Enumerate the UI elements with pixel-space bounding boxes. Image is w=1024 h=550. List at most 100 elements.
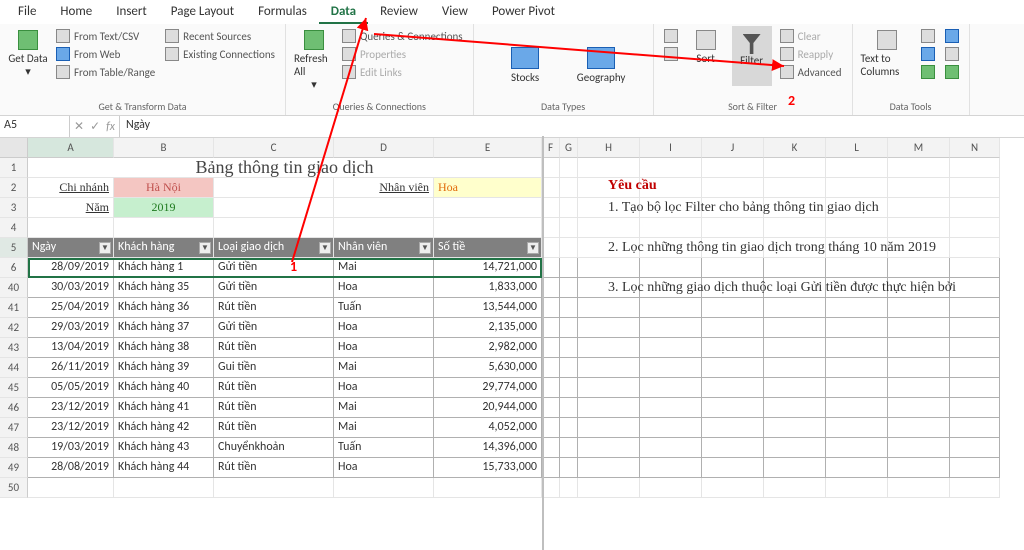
- cell-date[interactable]: 23/12/2019: [28, 418, 114, 438]
- tab-file[interactable]: File: [6, 2, 48, 24]
- text-to-columns-button[interactable]: Text to Columns: [861, 26, 913, 78]
- cell[interactable]: [888, 158, 950, 178]
- cell[interactable]: [542, 218, 560, 238]
- cell-date[interactable]: 05/05/2019: [28, 378, 114, 398]
- from-table-range-button[interactable]: From Table/Range: [54, 64, 157, 80]
- chi-nhanh-value[interactable]: Hà Nội: [114, 178, 214, 198]
- cell-staff[interactable]: Hoa: [334, 278, 434, 298]
- cell[interactable]: [950, 398, 1000, 418]
- cell[interactable]: [826, 338, 888, 358]
- col-header-C[interactable]: C: [214, 138, 334, 158]
- cell-date[interactable]: 28/08/2019: [28, 458, 114, 478]
- cell[interactable]: [888, 378, 950, 398]
- queries-connections-button[interactable]: Queries & Connections: [340, 28, 465, 44]
- cell-date[interactable]: 26/11/2019: [28, 358, 114, 378]
- cell-amount[interactable]: 14,396,000: [434, 438, 542, 458]
- cell[interactable]: [702, 458, 764, 478]
- col-header-M[interactable]: M: [888, 138, 950, 158]
- cell[interactable]: [950, 418, 1000, 438]
- cell-customer[interactable]: Khách hàng 38: [114, 338, 214, 358]
- cell[interactable]: [764, 418, 826, 438]
- cell[interactable]: [542, 318, 560, 338]
- cell[interactable]: [560, 358, 578, 378]
- cell-customer[interactable]: Khách hàng 44: [114, 458, 214, 478]
- cell[interactable]: [764, 158, 826, 178]
- cell[interactable]: [888, 318, 950, 338]
- tab-formulas[interactable]: Formulas: [246, 2, 319, 24]
- filter-dropdown-icon[interactable]: ▼: [199, 242, 211, 254]
- cell[interactable]: [702, 438, 764, 458]
- stocks-button[interactable]: Stocks: [490, 43, 560, 84]
- row-header-42[interactable]: 42: [0, 318, 28, 338]
- cell[interactable]: [578, 338, 640, 358]
- sheet-grid[interactable]: 1234564041424344454647484950 ABCDEFGHIJK…: [0, 138, 1024, 498]
- sort-asc-button[interactable]: [662, 28, 680, 44]
- consolidate-button[interactable]: [943, 28, 961, 44]
- cell[interactable]: [542, 198, 560, 218]
- col-header-B[interactable]: B: [114, 138, 214, 158]
- tab-review[interactable]: Review: [368, 2, 430, 24]
- filter-dropdown-icon[interactable]: ▼: [99, 242, 111, 254]
- cell[interactable]: [560, 458, 578, 478]
- cell-customer[interactable]: Khách hàng 39: [114, 358, 214, 378]
- cell[interactable]: [764, 478, 826, 498]
- cell[interactable]: [888, 338, 950, 358]
- cell[interactable]: [560, 158, 578, 178]
- cell-amount[interactable]: 2,135,000: [434, 318, 542, 338]
- row-header-43[interactable]: 43: [0, 338, 28, 358]
- cell[interactable]: [826, 418, 888, 438]
- col-header-H[interactable]: H: [578, 138, 640, 158]
- cell[interactable]: [764, 358, 826, 378]
- cell[interactable]: [578, 438, 640, 458]
- cell-amount[interactable]: 20,944,000: [434, 398, 542, 418]
- cell[interactable]: [560, 278, 578, 298]
- cell[interactable]: [542, 158, 560, 178]
- cell[interactable]: [560, 378, 578, 398]
- cell[interactable]: [950, 198, 1000, 218]
- tab-view[interactable]: View: [430, 2, 480, 24]
- cell[interactable]: [214, 478, 334, 498]
- cell[interactable]: [578, 378, 640, 398]
- table-header-3[interactable]: Nhân viên▼: [334, 238, 434, 258]
- cell-staff[interactable]: Mai: [334, 418, 434, 438]
- col-header-J[interactable]: J: [702, 138, 764, 158]
- cell-customer[interactable]: Khách hàng 41: [114, 398, 214, 418]
- cell[interactable]: [640, 338, 702, 358]
- cell[interactable]: [640, 358, 702, 378]
- cell[interactable]: [950, 318, 1000, 338]
- sheet-title[interactable]: Bảng thông tin giao dịch: [28, 158, 542, 178]
- tab-pagelayout[interactable]: Page Layout: [159, 2, 246, 24]
- cell-customer[interactable]: Khách hàng 37: [114, 318, 214, 338]
- cell[interactable]: [542, 458, 560, 478]
- row-header-48[interactable]: 48: [0, 438, 28, 458]
- cell-type[interactable]: Gui tiền: [214, 358, 334, 378]
- cell[interactable]: [888, 398, 950, 418]
- name-box[interactable]: A5: [0, 116, 70, 137]
- cell-type[interactable]: Gửi tiền: [214, 318, 334, 338]
- geography-button[interactable]: Geography: [566, 43, 636, 84]
- cell[interactable]: [542, 238, 560, 258]
- table-header-4[interactable]: Số tiề▼: [434, 238, 542, 258]
- col-header-K[interactable]: K: [764, 138, 826, 158]
- cell[interactable]: [560, 238, 578, 258]
- cell[interactable]: [950, 338, 1000, 358]
- cell[interactable]: [950, 358, 1000, 378]
- filter-dropdown-icon[interactable]: ▼: [527, 242, 539, 254]
- cell[interactable]: [888, 358, 950, 378]
- cell[interactable]: [560, 258, 578, 278]
- tab-data[interactable]: Data: [319, 2, 368, 24]
- cell-amount[interactable]: 29,774,000: [434, 378, 542, 398]
- cell[interactable]: [542, 278, 560, 298]
- cell[interactable]: [950, 218, 1000, 238]
- cell[interactable]: [560, 318, 578, 338]
- cell[interactable]: [334, 198, 434, 218]
- col-header-L[interactable]: L: [826, 138, 888, 158]
- cell-staff[interactable]: Mai: [334, 398, 434, 418]
- cell[interactable]: [764, 398, 826, 418]
- table-header-2[interactable]: Loại giao dịch▼: [214, 238, 334, 258]
- row-header-40[interactable]: 40: [0, 278, 28, 298]
- cell-customer[interactable]: Khách hàng 35: [114, 278, 214, 298]
- cell-staff[interactable]: Mai: [334, 358, 434, 378]
- cell[interactable]: [542, 298, 560, 318]
- cell[interactable]: [434, 198, 542, 218]
